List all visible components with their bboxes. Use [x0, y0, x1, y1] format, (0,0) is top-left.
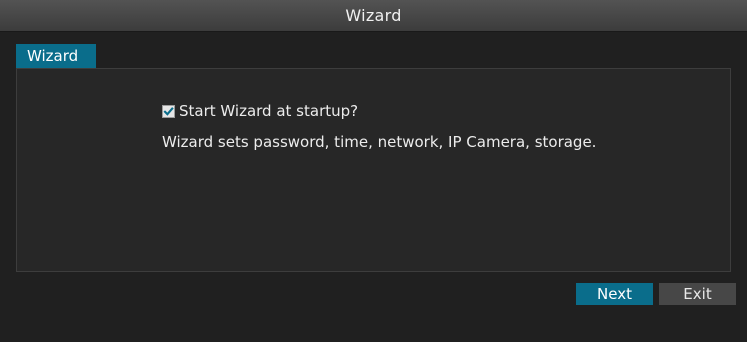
start-wizard-checkbox[interactable]	[162, 104, 175, 118]
tab-wizard[interactable]: Wizard	[16, 44, 96, 68]
title-bar: Wizard	[0, 0, 747, 32]
start-wizard-checkbox-row[interactable]: Start Wizard at startup?	[162, 101, 358, 121]
window-title: Wizard	[345, 6, 402, 25]
exit-button[interactable]: Exit	[659, 283, 736, 305]
wizard-window: Wizard Wizard Start Wizard at startup? W…	[0, 0, 747, 342]
next-button[interactable]: Next	[576, 283, 653, 305]
tab-strip: Wizard	[16, 44, 731, 69]
wizard-description: Wizard sets password, time, network, IP …	[162, 133, 597, 151]
content-panel: Start Wizard at startup? Wizard sets pas…	[16, 68, 731, 272]
start-wizard-label: Start Wizard at startup?	[179, 102, 359, 120]
checkmark-icon	[163, 106, 174, 116]
